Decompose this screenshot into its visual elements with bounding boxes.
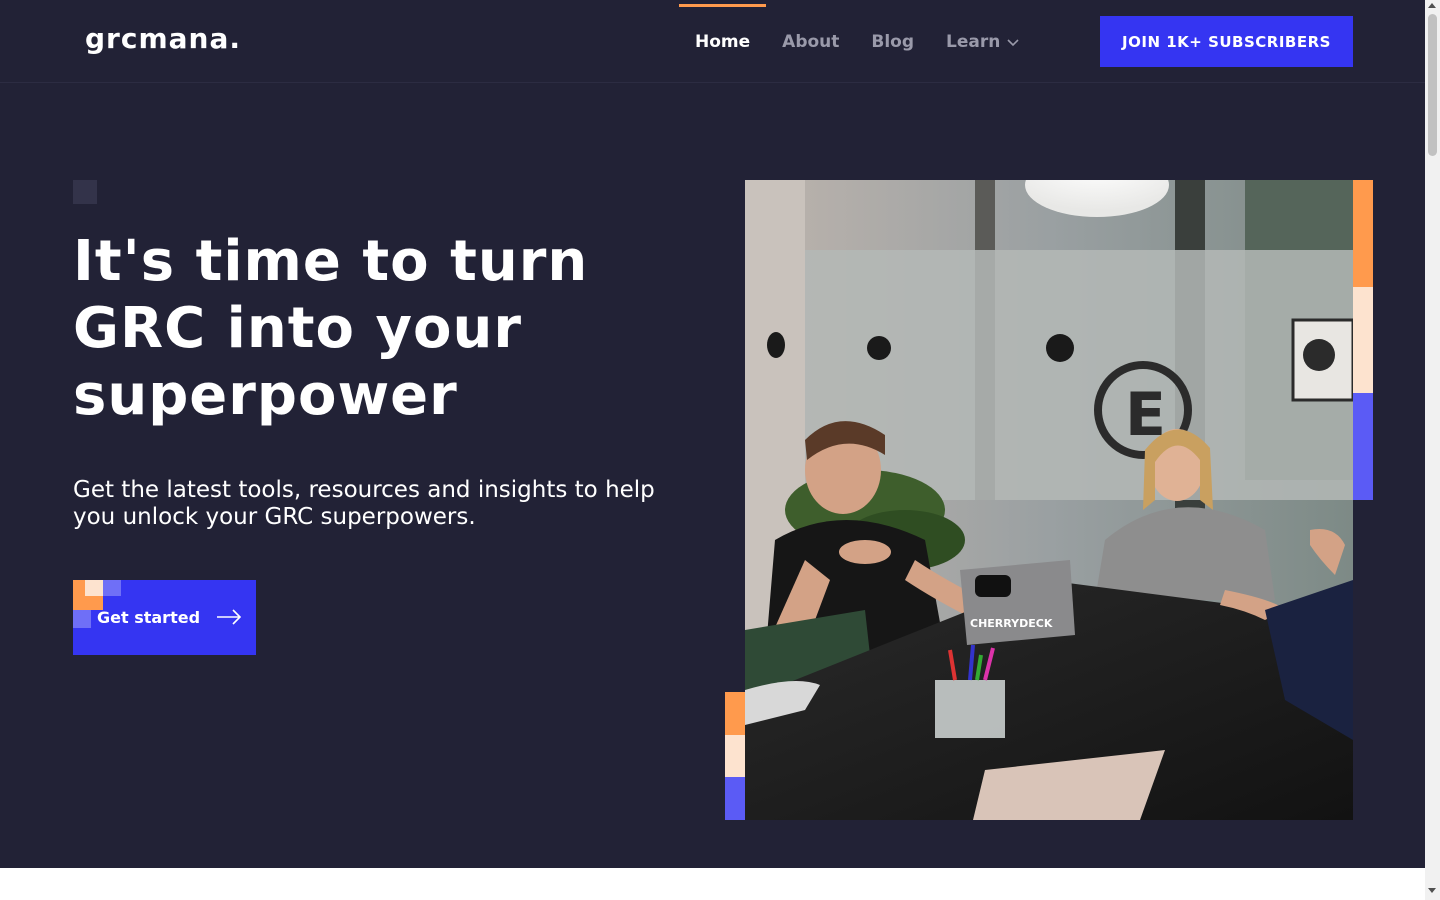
hero-title: It's time to turn GRC into your superpow… (73, 229, 589, 428)
decorative-stripe (1353, 180, 1373, 287)
site-logo[interactable]: grcmana. (85, 22, 241, 55)
site-header: grcmana. Home About Blog Learn JOIN 1K+ … (0, 0, 1425, 83)
nav-item-home[interactable]: Home (679, 0, 767, 83)
nav-item-label: About (782, 31, 840, 52)
nav-item-about[interactable]: About (766, 0, 855, 83)
nav-item-learn[interactable]: Learn (930, 0, 1036, 83)
page: grcmana. Home About Blog Learn JOIN 1K+ … (0, 0, 1425, 868)
get-started-label: Get started (97, 608, 201, 627)
page-scrollbar[interactable] (1425, 0, 1440, 900)
nav-item-label: Home (695, 31, 751, 52)
svg-text:CHERRYDECK: CHERRYDECK (970, 617, 1053, 630)
decorative-stripe (725, 735, 745, 777)
decorative-stripe (725, 692, 745, 735)
get-started-button[interactable]: Get started (73, 580, 256, 655)
nav-item-label: Learn (946, 31, 1001, 52)
main-nav: Home About Blog Learn (679, 0, 1036, 83)
nav-item-label: Blog (871, 31, 915, 52)
join-subscribers-button[interactable]: JOIN 1K+ SUBSCRIBERS (1100, 16, 1353, 67)
scroll-down-icon[interactable] (1428, 888, 1436, 893)
meeting-photo-illustration: E CHERRYDECK (745, 180, 1353, 820)
hero-subtitle: Get the latest tools, resources and insi… (73, 477, 655, 530)
decorative-stripe (1353, 393, 1373, 500)
decorative-stripe (725, 777, 745, 820)
scroll-up-icon[interactable] (1428, 3, 1436, 8)
decorative-square (73, 180, 97, 204)
decorative-stripe (1353, 287, 1373, 393)
arrow-right-icon (217, 609, 242, 625)
hero-meeting-image: E CHERRYDECK (745, 180, 1353, 820)
chevron-down-icon (1007, 38, 1019, 46)
nav-item-blog[interactable]: Blog (855, 0, 930, 83)
scroll-thumb[interactable] (1428, 14, 1437, 156)
